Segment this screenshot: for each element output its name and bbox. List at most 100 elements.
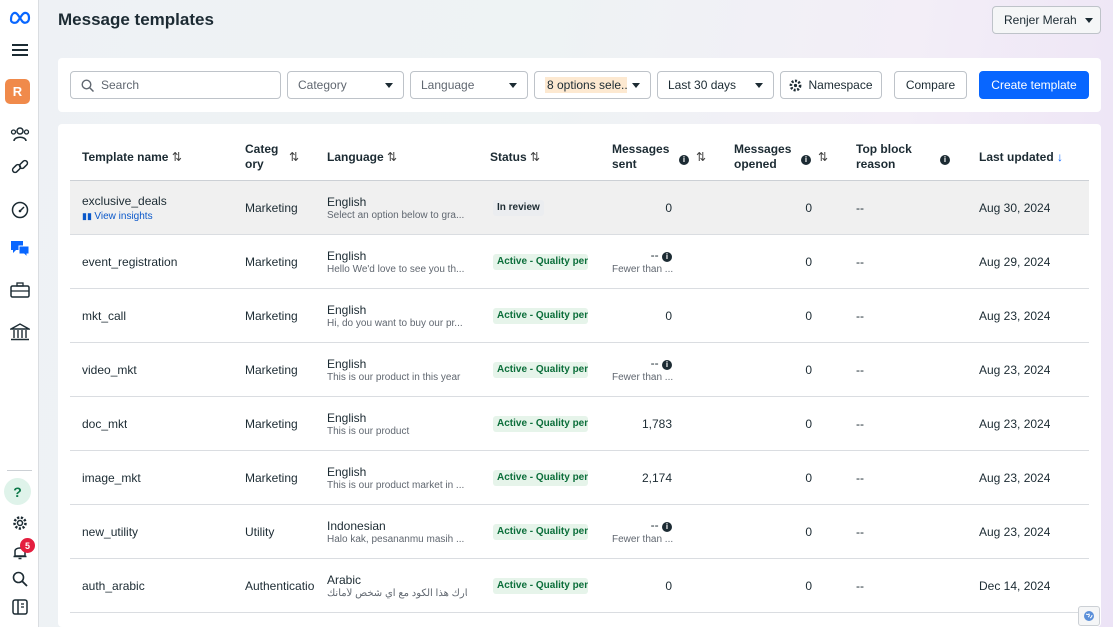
template-name[interactable]: auth_arabic xyxy=(82,579,145,593)
table-row[interactable]: image_mkt Marketing English This is our pro… xyxy=(70,451,1089,505)
language-cell: Indonesian xyxy=(327,519,386,533)
language-dropdown[interactable]: Language xyxy=(410,71,528,99)
messages-sent-cell: -- i xyxy=(612,356,672,370)
template-name[interactable]: doc_mkt xyxy=(82,417,127,431)
language-cell: English xyxy=(327,249,367,263)
template-name[interactable]: new_utility xyxy=(82,525,138,539)
sort-icon[interactable]: ⇅ xyxy=(387,150,397,164)
view-insights-link[interactable]: ▮▮ View insights xyxy=(82,211,153,222)
namespace-button[interactable]: Namespace xyxy=(780,71,882,99)
search-icon[interactable] xyxy=(0,569,39,589)
template-preview: Hello We'd love to see you th... xyxy=(327,264,465,275)
messages-icon[interactable] xyxy=(0,237,39,259)
status-badge: Active - Quality pen xyxy=(493,524,588,540)
chevron-down-icon xyxy=(632,82,640,88)
table-row[interactable]: new_utility Utility Indonesian Halo kak, pe… xyxy=(70,505,1089,559)
messages-opened-cell: 0 xyxy=(805,255,812,269)
table-row[interactable]: exclusive_deals ▮▮ View insights Marketing… xyxy=(70,181,1089,235)
sort-icon[interactable]: ⇅ xyxy=(530,150,540,164)
category-cell: Marketing xyxy=(245,309,298,323)
top-block-reason-cell: -- xyxy=(856,309,864,323)
bar-chart-icon: ▮▮ xyxy=(82,211,95,221)
template-name[interactable]: video_mkt xyxy=(82,363,137,377)
table-row[interactable]: video_mkt Marketing English This is our pro… xyxy=(70,343,1089,397)
compare-button[interactable]: Compare xyxy=(894,71,967,99)
top-block-reason-cell: -- xyxy=(856,255,864,269)
top-block-reason-cell: -- xyxy=(856,201,864,215)
meta-logo-icon[interactable] xyxy=(0,7,39,27)
table-row[interactable]: event_registration Marketing English Hello … xyxy=(70,235,1089,289)
messages-opened-cell: 0 xyxy=(805,417,812,431)
language-cell: English xyxy=(327,411,367,425)
table-row[interactable]: mkt_call Marketing English Hi, do you want … xyxy=(70,289,1089,343)
column-header-category[interactable]: Categ ory xyxy=(245,142,278,172)
last-updated-cell: Aug 23, 2024 xyxy=(979,417,1051,431)
language-dropdown-label: Language xyxy=(421,78,475,92)
column-header-status[interactable]: Status ⇅ xyxy=(490,150,540,165)
bank-icon[interactable] xyxy=(0,321,39,343)
messages-opened-cell: 0 xyxy=(805,525,812,539)
sort-icon[interactable]: ⇅ xyxy=(289,150,299,165)
column-header-template-name[interactable]: Template name ⇅ xyxy=(82,150,182,165)
chevron-down-icon xyxy=(509,82,517,88)
category-dropdown-label: Category xyxy=(298,78,347,92)
column-header-language[interactable]: Language ⇅ xyxy=(327,150,397,165)
account-avatar[interactable]: R xyxy=(5,79,30,104)
messages-sent-cell: -- i xyxy=(612,518,672,532)
category-cell: Marketing xyxy=(245,255,298,269)
account-switcher-button[interactable]: Renjer Merah xyxy=(992,6,1101,34)
info-icon[interactable]: i xyxy=(662,360,672,370)
briefcase-icon[interactable] xyxy=(0,279,39,301)
people-icon[interactable] xyxy=(0,123,39,145)
category-dropdown[interactable]: Category xyxy=(287,71,404,99)
table-row[interactable]: auth_arabic Authentication Arabicلا تشارك … xyxy=(70,559,1089,613)
search-icon xyxy=(81,78,94,92)
sidebar-panel-icon[interactable] xyxy=(0,597,39,617)
status-dropdown[interactable]: 8 options sele... xyxy=(534,71,651,99)
last-updated-cell: Aug 23, 2024 xyxy=(979,471,1051,485)
info-icon[interactable]: i xyxy=(679,151,689,166)
template-name[interactable]: image_mkt xyxy=(82,471,141,485)
top-block-reason-cell: -- xyxy=(856,579,864,593)
date-range-dropdown[interactable]: Last 30 days xyxy=(657,71,774,99)
column-header-messages-opened[interactable]: Messages opened xyxy=(734,142,791,172)
category-cell: Authentication xyxy=(245,579,315,593)
status-dropdown-label: 8 options sele... xyxy=(545,77,627,93)
globe-icon[interactable] xyxy=(1078,606,1100,626)
last-updated-cell: Aug 23, 2024 xyxy=(979,309,1051,323)
status-badge: Active - Quality pen xyxy=(493,308,588,324)
column-header-last-updated[interactable]: Last updated ↓ xyxy=(979,150,1063,165)
status-badge: Active - Quality pen xyxy=(493,254,588,270)
menu-icon[interactable] xyxy=(0,40,39,60)
left-nav-rail: R ? 5 xyxy=(0,0,39,627)
search-field[interactable]: Search xyxy=(70,71,281,99)
dashboard-gauge-icon[interactable] xyxy=(0,199,39,221)
messages-opened-cell: 0 xyxy=(805,471,812,485)
chevron-down-icon xyxy=(755,82,763,88)
info-icon[interactable]: i xyxy=(940,151,950,166)
create-template-button[interactable]: Create template xyxy=(979,71,1089,99)
column-header-top-block-reason[interactable]: Top block reason xyxy=(856,142,912,172)
template-preview: Select an option below to gra... xyxy=(327,210,465,221)
info-icon[interactable]: i xyxy=(662,252,672,262)
language-cell: English xyxy=(327,195,367,209)
info-icon[interactable]: i xyxy=(662,522,672,532)
chevron-down-icon xyxy=(1084,17,1093,23)
sort-icon[interactable]: ⇅ xyxy=(696,150,706,165)
table-row[interactable]: doc_mkt Marketing English This is our produ… xyxy=(70,397,1089,451)
link-icon[interactable] xyxy=(0,156,39,178)
language-cell: English xyxy=(327,465,367,479)
column-header-messages-sent[interactable]: Messages sent xyxy=(612,142,669,172)
settings-gear-icon[interactable] xyxy=(0,513,39,533)
info-icon[interactable]: i xyxy=(801,151,811,166)
sort-icon[interactable]: ⇅ xyxy=(172,150,182,164)
page-title: Message templates xyxy=(58,10,214,29)
template-name[interactable]: mkt_call xyxy=(82,309,126,323)
help-button[interactable]: ? xyxy=(4,478,31,505)
search-input[interactable]: Search xyxy=(101,78,139,92)
template-name[interactable]: event_registration xyxy=(82,255,177,269)
sort-descending-icon[interactable]: ↓ xyxy=(1057,150,1063,164)
last-updated-cell: Aug 30, 2024 xyxy=(979,201,1051,215)
template-name[interactable]: exclusive_deals xyxy=(82,194,167,208)
sort-icon[interactable]: ⇅ xyxy=(818,150,828,165)
